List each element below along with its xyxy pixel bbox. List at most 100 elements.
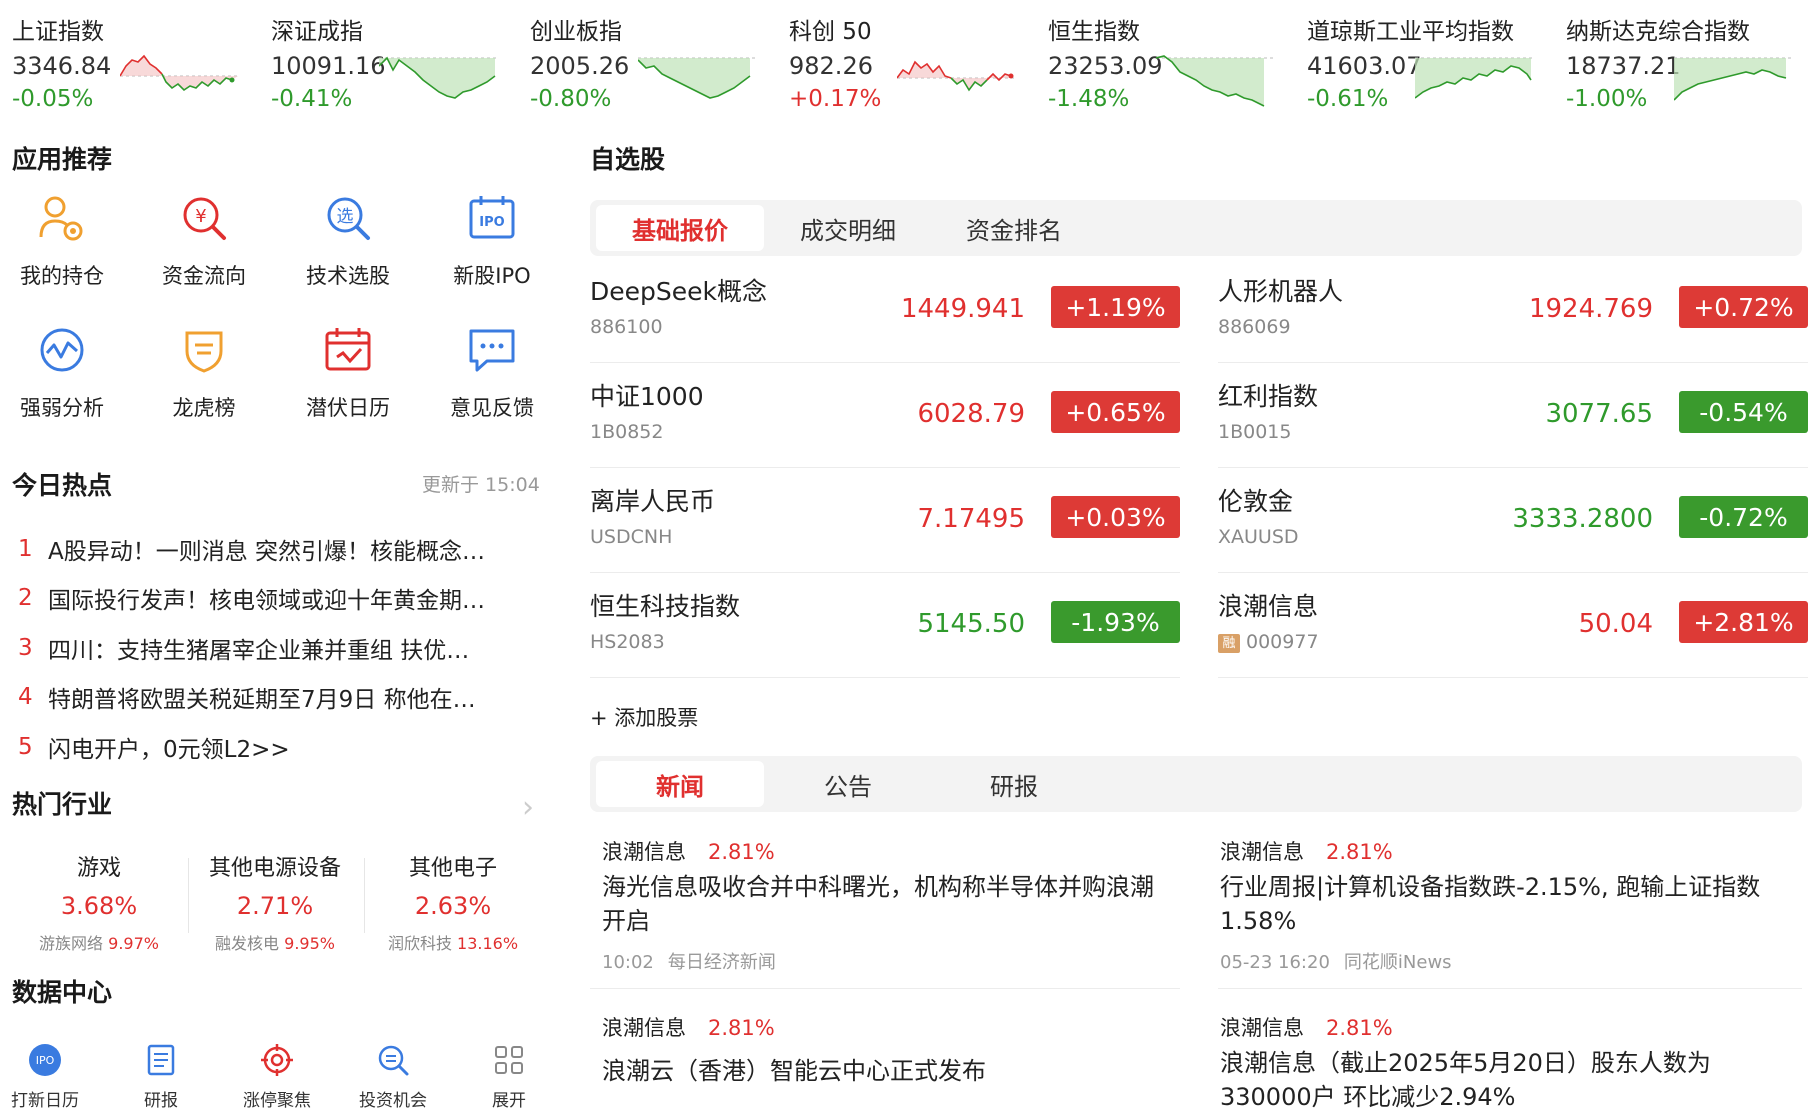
app-label: 我的持仓 [20, 264, 104, 288]
stock-code: 886069 [1218, 316, 1291, 338]
datacenter-row: IPO 打新日历 研报 涨停聚焦 投资机会 展开 [0, 1040, 560, 1116]
news-time: 05-23 16:20 [1220, 952, 1330, 973]
tab-announcement[interactable]: 公告 [764, 761, 932, 807]
stock-row[interactable]: 红利指数 1B0015 3077.65 -0.54% [1218, 363, 1808, 468]
news-item[interactable]: 浪潮信息 2.81% 浪潮信息（截止2025年5月20日）股东人数为330000户… [1220, 1012, 1800, 1114]
stock-price: 1449.941 [900, 294, 1025, 324]
index-card-cyb[interactable]: 创业板指 2005.26 -0.80% [518, 8, 763, 113]
search-coin-icon [373, 1040, 413, 1080]
index-value: 23253.09 [1048, 52, 1163, 80]
stock-row[interactable]: 浪潮信息 融 000977 50.04 +2.81% [1218, 573, 1808, 678]
index-name: 科创 50 [789, 19, 872, 45]
hot-rank: 2 [18, 585, 33, 612]
app-latent-calendar[interactable]: 潜伏日历 [278, 322, 418, 442]
news-time: 10:02 [602, 952, 654, 973]
stock-row[interactable]: 人形机器人 886069 1924.769 +0.72% [1218, 258, 1808, 363]
news-meta: 10:02 每日经济新闻 [602, 948, 1162, 974]
stock-code: 1B0015 [1218, 421, 1292, 443]
hot-item[interactable]: 3 四川：支持生猪屠宰企业兼并重组 扶优… [18, 623, 548, 673]
hot-item[interactable]: 5 闪电开户，0元领L2>> [18, 722, 548, 772]
svg-text:¥: ¥ [195, 206, 206, 227]
tab-research[interactable]: 研报 [930, 761, 1098, 807]
sparkline-chart [1415, 57, 1533, 99]
news-stock-pct: 2.81% [1326, 840, 1393, 864]
data-label: 研报 [144, 1091, 178, 1111]
hot-item[interactable]: 2 国际投行发声！核电领域或迎十年黄金期… [18, 574, 548, 624]
hot-list: 1 A股异动！一则消息 突然引爆！核能概念… 2 国际投行发声！核电领域或迎十年黄金… [18, 524, 548, 772]
index-change: -0.61% [1307, 86, 1389, 112]
section-title-apps: 应用推荐 [12, 145, 113, 174]
hot-text: 四川：支持生猪屠宰企业兼并重组 扶优… [48, 637, 470, 664]
yuan-search-icon: ¥ [176, 190, 232, 246]
index-card-sh[interactable]: 上证指数 3346.84 -0.05% [0, 8, 245, 113]
divider [1218, 677, 1808, 678]
stock-name: 离岸人民币 [590, 487, 716, 516]
margin-badge: 融 [1218, 634, 1240, 653]
app-dragon-tiger[interactable]: 龙虎榜 [134, 322, 274, 442]
tab-basic-quote[interactable]: 基础报价 [596, 205, 764, 251]
stock-price: 3077.65 [1545, 399, 1653, 429]
target-icon [257, 1040, 297, 1080]
add-stock-button[interactable]: + 添加股票 [590, 702, 698, 732]
divider [590, 988, 1180, 989]
app-label: 龙虎榜 [172, 396, 236, 420]
data-item-ipo[interactable]: IPO 打新日历 [0, 1040, 95, 1111]
hot-text: 闪电开户，0元领L2>> [48, 736, 290, 763]
stock-change-badge: +0.72% [1679, 286, 1808, 328]
index-change: -1.48% [1048, 86, 1130, 112]
app-my-holdings[interactable]: 我的持仓 [0, 190, 132, 310]
stock-row[interactable]: 中证1000 1B0852 6028.79 +0.65% [590, 363, 1180, 468]
news-stock: 浪潮信息 [1220, 840, 1304, 864]
app-label: 强弱分析 [20, 396, 104, 420]
data-label: 展开 [492, 1091, 526, 1111]
news-item[interactable]: 浪潮信息 2.81% 海光信息吸收合并中科曙光，机构称半导体并购浪潮开启 10:0… [602, 836, 1162, 974]
section-title-industry: 热门行业 [12, 790, 113, 819]
svg-text:IPO: IPO [36, 1054, 55, 1067]
industry-card[interactable]: 其他电子 2.63% 润欣科技 13.16% [364, 850, 542, 960]
news-item[interactable]: 浪潮信息 2.81% 浪潮云（香港）智能云中心正式发布 [602, 1012, 1162, 1088]
index-card-sz[interactable]: 深证成指 10091.16 -0.41% [259, 8, 504, 113]
hot-item[interactable]: 4 特朗普将欧盟关税延期至7月9日 称他在… [18, 673, 548, 723]
industry-card[interactable]: 游戏 3.68% 游族网络 9.97% [10, 850, 188, 960]
sparkline-chart [379, 56, 497, 99]
index-value: 3346.84 [12, 52, 112, 80]
stock-row[interactable]: 恒生科技指数 HS2083 5145.50 -1.93% [590, 573, 1180, 678]
app-strength-analysis[interactable]: 强弱分析 [0, 322, 132, 442]
app-fund-flow[interactable]: ¥ 资金流向 [134, 190, 274, 310]
stock-change-badge: +1.19% [1051, 286, 1180, 328]
stock-change-badge: -1.93% [1051, 601, 1180, 643]
sparkline-chart [120, 54, 238, 92]
index-card-kc50[interactable]: 科创 50 982.26 +0.17% [777, 8, 1022, 113]
stock-row[interactable]: 离岸人民币 USDCNH 7.17495 +0.03% [590, 468, 1180, 573]
stock-row[interactable]: DeepSeek概念 886100 1449.941 +1.19% [590, 258, 1180, 363]
leader-name: 融发核电 [215, 934, 280, 953]
app-tech-pick[interactable]: 选 技术选股 [278, 190, 418, 310]
data-item-limitup[interactable]: 涨停聚焦 [227, 1040, 327, 1111]
news-stock-pct: 2.81% [708, 840, 775, 864]
index-card-ixic[interactable]: 纳斯达克综合指数 18737.21 -1.00% [1554, 8, 1799, 113]
data-item-report[interactable]: 研报 [111, 1040, 211, 1111]
hot-item[interactable]: 1 A股异动！一则消息 突然引爆！核能概念… [18, 524, 548, 574]
app-label: 资金流向 [162, 264, 246, 288]
industry-pct: 2.63% [414, 892, 492, 920]
data-item-opportunity[interactable]: 投资机会 [343, 1040, 443, 1111]
stock-change-badge: +0.65% [1051, 391, 1180, 433]
index-change: -1.00% [1566, 86, 1648, 112]
index-card-hsi[interactable]: 恒生指数 23253.09 -1.48% [1036, 8, 1281, 113]
stock-code: 1B0852 [590, 421, 664, 443]
app-new-ipo[interactable]: IPO 新股IPO [422, 190, 562, 310]
stock-change-badge: -0.72% [1679, 496, 1808, 538]
industry-card[interactable]: 其他电源设备 2.71% 融发核电 9.95% [186, 850, 364, 960]
stock-name: 中证1000 [590, 382, 704, 411]
data-item-expand[interactable]: 展开 [459, 1040, 559, 1111]
news-item[interactable]: 浪潮信息 2.81% 行业周报|计算机设备指数跌-2.15%, 跑输上证指数1.5… [1220, 836, 1800, 974]
app-feedback[interactable]: 意见反馈 [422, 322, 562, 442]
tab-fund-rank[interactable]: 资金排名 [930, 205, 1098, 251]
index-card-dji[interactable]: 道琼斯工业平均指数 41603.07 -0.61% [1295, 8, 1540, 113]
tab-news[interactable]: 新闻 [596, 761, 764, 807]
updated-time: 更新于 15:04 [422, 474, 540, 496]
chevron-right-icon[interactable]: › [522, 790, 534, 825]
industry-pct: 2.71% [236, 892, 314, 920]
stock-row[interactable]: 伦敦金 XAUUSD 3333.2800 -0.72% [1218, 468, 1808, 573]
tab-trade-detail[interactable]: 成交明细 [764, 205, 932, 251]
